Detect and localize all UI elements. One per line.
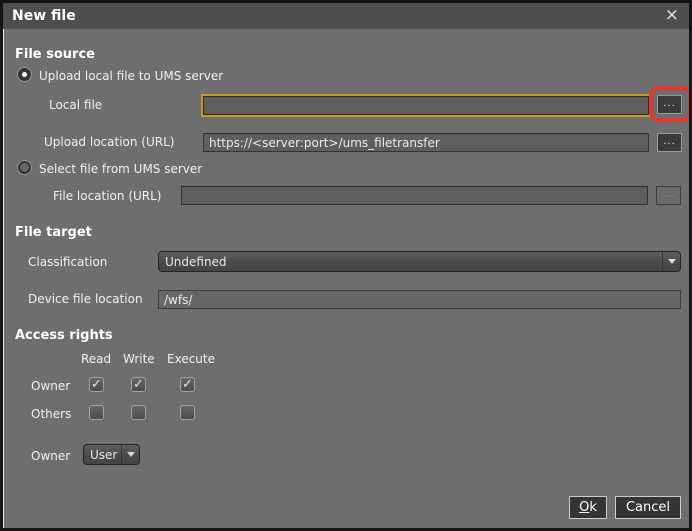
- new-file-dialog: New file × File source Upload local file…: [0, 0, 692, 531]
- owner-select[interactable]: User: [83, 444, 140, 465]
- upload-location-label: Upload location (URL): [44, 135, 174, 149]
- classification-select[interactable]: Undefined: [158, 251, 681, 272]
- others-read-checkbox[interactable]: [89, 405, 104, 420]
- chevron-down-icon[interactable]: [662, 252, 680, 271]
- owner-execute-checkbox[interactable]: [180, 377, 195, 392]
- ok-button[interactable]: Ok: [569, 496, 607, 519]
- file-location-label: File location (URL): [53, 189, 162, 203]
- others-execute-checkbox[interactable]: [180, 405, 195, 420]
- col-header-execute: Execute: [167, 352, 215, 366]
- others-write-checkbox[interactable]: [131, 405, 146, 420]
- dialog-titlebar[interactable]: New file ×: [3, 3, 689, 29]
- owner-combo-label: Owner: [31, 449, 70, 463]
- upload-location-browse-button[interactable]: ...: [657, 133, 682, 152]
- local-file-input[interactable]: [203, 96, 649, 115]
- local-file-browse-button[interactable]: ...: [657, 95, 682, 114]
- file-location-browse-button: ...: [656, 186, 681, 205]
- radio-select-ums-file[interactable]: [18, 161, 31, 174]
- owner-select-value: User: [84, 448, 121, 462]
- device-file-location-label: Device file location: [28, 292, 143, 306]
- access-rights-heading: Access rights: [15, 328, 113, 343]
- close-icon[interactable]: ×: [665, 3, 679, 29]
- classification-value: Undefined: [159, 255, 662, 269]
- radio-select-ums-file-label[interactable]: Select file from UMS server: [39, 162, 202, 176]
- upload-location-input[interactable]: https://<server:port>/ums_filetransfer: [203, 133, 649, 152]
- file-location-input[interactable]: [181, 186, 648, 205]
- owner-row-label: Owner: [31, 379, 70, 393]
- classification-label: Classification: [28, 255, 107, 269]
- dialog-title: New file: [12, 8, 76, 24]
- local-file-label: Local file: [49, 98, 102, 112]
- file-source-heading: File source: [15, 47, 95, 62]
- radio-upload-local-file[interactable]: [18, 68, 31, 81]
- cancel-button[interactable]: Cancel: [615, 496, 681, 519]
- file-target-heading: File target: [15, 225, 92, 240]
- owner-read-checkbox[interactable]: [89, 377, 104, 392]
- col-header-write: Write: [123, 352, 155, 366]
- col-header-read: Read: [81, 352, 111, 366]
- device-file-location-input[interactable]: /wfs/: [158, 290, 681, 309]
- chevron-down-icon[interactable]: [121, 445, 139, 464]
- owner-write-checkbox[interactable]: [131, 377, 146, 392]
- others-row-label: Others: [31, 407, 71, 421]
- radio-upload-local-file-label[interactable]: Upload local file to UMS server: [39, 69, 223, 83]
